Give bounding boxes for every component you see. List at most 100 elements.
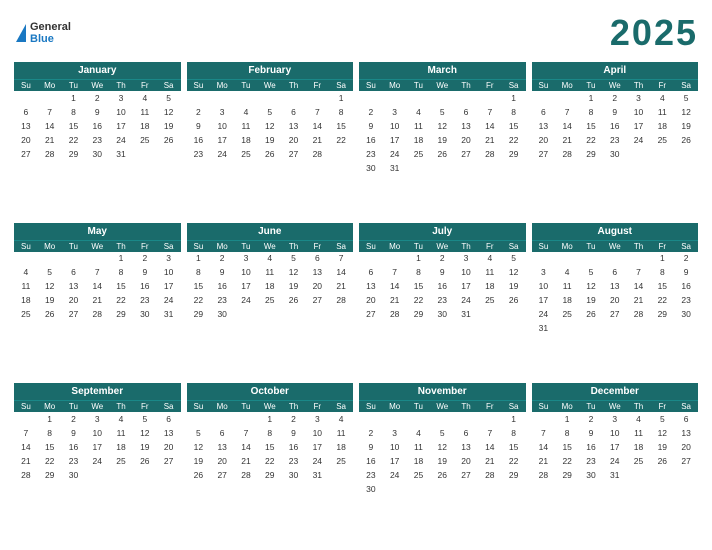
day-cell	[383, 483, 407, 497]
day-cell: 16	[674, 280, 698, 294]
day-cell	[383, 91, 407, 105]
day-cell: 6	[210, 426, 234, 440]
day-cell: 5	[258, 105, 282, 119]
day-cell: 18	[234, 133, 258, 147]
day-cell: 26	[650, 454, 674, 468]
day-cell: 2	[430, 252, 454, 266]
calendars-grid: JanuarySuMoTuWeThFrSa1234567891011121314…	[14, 62, 698, 538]
day-cell	[329, 147, 353, 161]
day-cell: 8	[579, 105, 603, 119]
day-cell	[579, 252, 603, 266]
day-cell: 28	[383, 308, 407, 322]
day-cell: 26	[282, 294, 306, 308]
day-cell: 23	[85, 133, 109, 147]
day-cell: 25	[109, 454, 133, 468]
day-cell: 14	[38, 119, 62, 133]
day-cell: 5	[650, 412, 674, 426]
days-grid: 1234567891011121314151617181920212223242…	[14, 252, 181, 322]
day-cell: 8	[258, 426, 282, 440]
day-cell: 3	[454, 252, 478, 266]
day-cell	[502, 483, 526, 497]
day-cell: 11	[14, 280, 38, 294]
day-cell	[407, 412, 431, 426]
day-cell: 15	[407, 280, 431, 294]
day-cell: 3	[532, 266, 556, 280]
day-header: Th	[454, 241, 478, 252]
day-cell: 4	[650, 91, 674, 105]
day-cell	[85, 469, 109, 483]
day-cell: 7	[383, 266, 407, 280]
day-cell: 16	[210, 280, 234, 294]
day-header: Su	[187, 241, 211, 252]
day-cell: 27	[305, 294, 329, 308]
day-cell: 12	[38, 280, 62, 294]
day-cell	[282, 91, 306, 105]
day-cell: 10	[305, 426, 329, 440]
month-header: January	[14, 62, 181, 79]
day-cell: 7	[555, 105, 579, 119]
day-header: Tu	[407, 80, 431, 91]
day-header: Mo	[383, 241, 407, 252]
month-header: June	[187, 223, 354, 240]
day-cell: 5	[133, 412, 157, 426]
day-cell: 25	[555, 308, 579, 322]
day-cell: 22	[407, 294, 431, 308]
day-cell: 29	[62, 147, 86, 161]
day-cell: 8	[555, 426, 579, 440]
day-cell: 17	[603, 440, 627, 454]
day-cell: 9	[210, 266, 234, 280]
day-cell	[627, 469, 651, 483]
day-cell: 13	[532, 119, 556, 133]
day-header: We	[85, 80, 109, 91]
day-cell: 30	[430, 308, 454, 322]
day-cell: 29	[502, 147, 526, 161]
day-header: Th	[454, 80, 478, 91]
day-cell: 2	[359, 426, 383, 440]
day-cell	[210, 91, 234, 105]
day-header: Th	[282, 401, 306, 412]
day-cell: 4	[133, 91, 157, 105]
day-cell: 21	[532, 454, 556, 468]
day-header: Fr	[305, 401, 329, 412]
month-april: AprilSuMoTuWeThFrSa123456789101112131415…	[532, 62, 699, 217]
day-header: Mo	[555, 241, 579, 252]
day-cell: 29	[187, 308, 211, 322]
day-header: Th	[627, 241, 651, 252]
day-cell: 30	[62, 469, 86, 483]
day-cell: 14	[532, 440, 556, 454]
day-cell: 5	[502, 252, 526, 266]
day-cell: 21	[329, 280, 353, 294]
day-cell: 19	[674, 119, 698, 133]
month-header: July	[359, 223, 526, 240]
day-cell: 9	[359, 440, 383, 454]
day-cell: 25	[258, 294, 282, 308]
day-cell: 31	[603, 469, 627, 483]
day-cell: 27	[62, 308, 86, 322]
day-header: Sa	[329, 80, 353, 91]
day-cell: 6	[454, 105, 478, 119]
day-header: Fr	[650, 80, 674, 91]
day-cell: 11	[478, 266, 502, 280]
day-cell: 4	[109, 412, 133, 426]
day-cell: 2	[187, 105, 211, 119]
day-cell: 21	[478, 133, 502, 147]
days-grid: 1234567891011121314151617181920212223242…	[359, 252, 526, 322]
day-cell: 13	[603, 280, 627, 294]
day-cell: 22	[502, 454, 526, 468]
day-cell: 30	[85, 147, 109, 161]
day-cell: 13	[454, 119, 478, 133]
day-cell: 17	[383, 133, 407, 147]
day-cell: 16	[62, 440, 86, 454]
day-cell: 1	[579, 91, 603, 105]
day-cell: 24	[109, 133, 133, 147]
day-cell: 24	[383, 469, 407, 483]
day-cell: 26	[430, 469, 454, 483]
day-cell: 25	[234, 147, 258, 161]
day-cell	[555, 91, 579, 105]
day-header: Th	[627, 80, 651, 91]
day-cell: 4	[407, 105, 431, 119]
day-cell: 19	[430, 133, 454, 147]
day-headers: SuMoTuWeThFrSa	[187, 400, 354, 412]
day-cell: 19	[650, 440, 674, 454]
days-grid: 1234567891011121314151617181920212223242…	[532, 252, 699, 336]
